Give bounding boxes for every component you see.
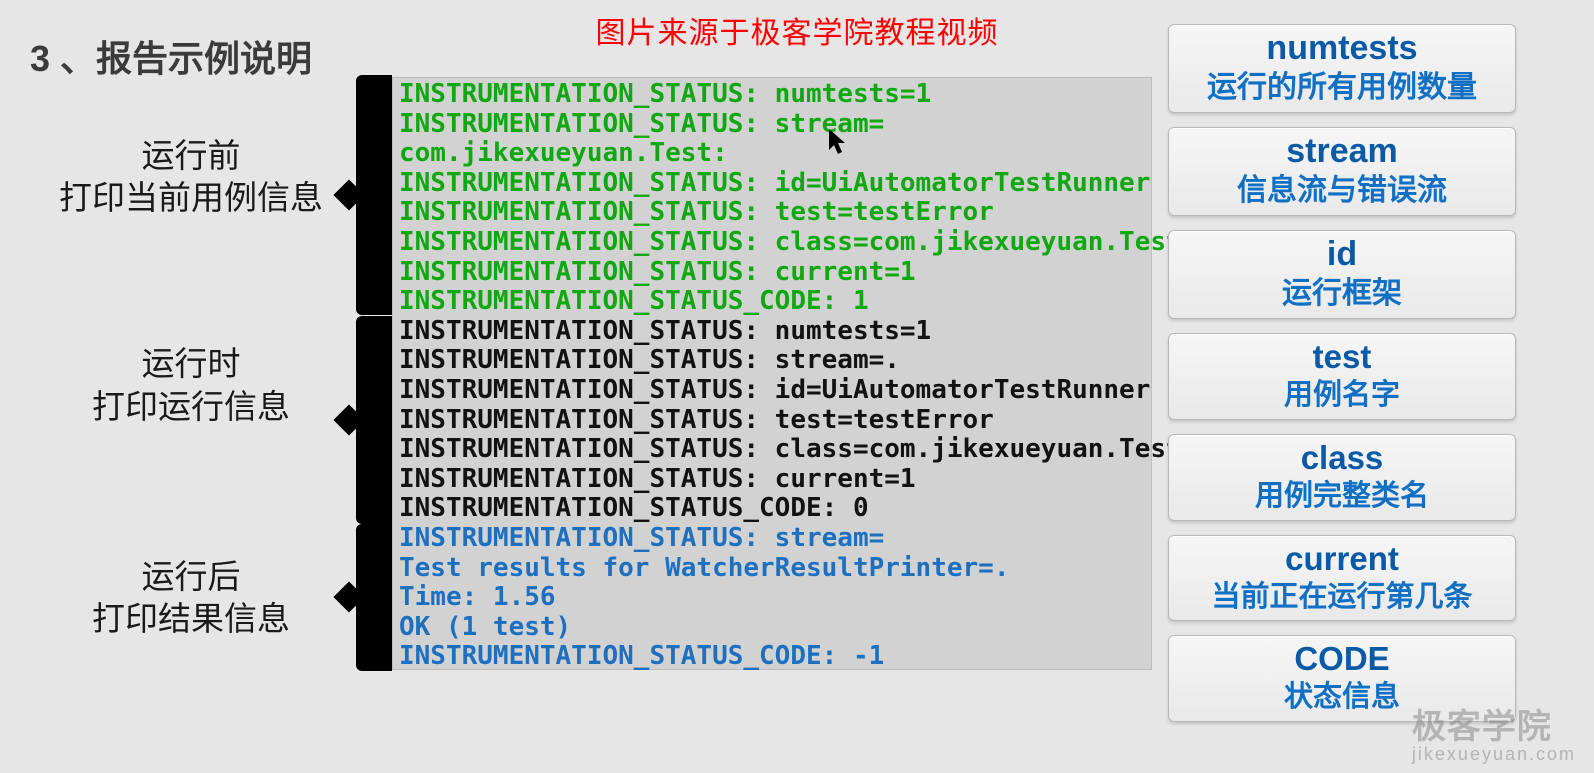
card-id: id 运行框架 xyxy=(1168,230,1516,319)
card-heading: class xyxy=(1175,439,1509,477)
card-sub: 运行框架 xyxy=(1175,276,1509,312)
card-sub: 状态信息 xyxy=(1175,680,1509,715)
card-test: test 用例名字 xyxy=(1168,333,1516,420)
card-class: class 用例完整类名 xyxy=(1168,434,1516,521)
label-post: 运行后 打印结果信息 xyxy=(40,556,342,640)
card-heading: CODE xyxy=(1175,640,1509,678)
brace-run xyxy=(356,318,392,522)
label-pre: 运行前 打印当前用例信息 xyxy=(40,135,342,219)
card-heading: stream xyxy=(1175,132,1509,171)
card-heading: numtests xyxy=(1175,29,1509,68)
terminal-post-block: INSTRUMENTATION_STATUS: stream= Test res… xyxy=(399,523,1009,671)
card-heading: test xyxy=(1175,338,1509,376)
slide-root: 3 、报告示例说明 图片来源于极客学院教程视频 运行前 打印当前用例信息 运行时… xyxy=(0,0,1594,773)
brace-pre xyxy=(356,77,392,313)
label-run-line2: 打印运行信息 xyxy=(40,386,342,428)
watermark-sub: jikexueyuan.com xyxy=(1412,744,1576,765)
section-labels: 运行前 打印当前用例信息 运行时 打印运行信息 运行后 打印结果信息 xyxy=(40,135,342,640)
card-numtests: numtests 运行的所有用例数量 xyxy=(1168,24,1516,113)
card-sub: 当前正在运行第几条 xyxy=(1175,580,1509,615)
card-heading: id xyxy=(1175,235,1509,274)
card-sub: 运行的所有用例数量 xyxy=(1175,70,1509,106)
terminal-pre-block: INSTRUMENTATION_STATUS: numtests=1 INSTR… xyxy=(399,79,1182,316)
card-current: current 当前正在运行第几条 xyxy=(1168,535,1516,622)
label-post-line2: 打印结果信息 xyxy=(40,598,342,640)
card-sub: 信息流与错误流 xyxy=(1175,173,1509,209)
card-heading: current xyxy=(1175,540,1509,578)
card-sub: 用例完整类名 xyxy=(1175,479,1509,514)
card-code: CODE 状态信息 xyxy=(1168,635,1516,722)
card-stream: stream 信息流与错误流 xyxy=(1168,127,1516,216)
label-run: 运行时 打印运行信息 xyxy=(40,343,342,427)
label-pre-line1: 运行前 xyxy=(40,135,342,177)
terminal-output: INSTRUMENTATION_STATUS: numtests=1 INSTR… xyxy=(392,77,1152,670)
label-run-line1: 运行时 xyxy=(40,343,342,385)
card-sub: 用例名字 xyxy=(1175,378,1509,413)
label-post-line1: 运行后 xyxy=(40,556,342,598)
terminal-run-block: INSTRUMENTATION_STATUS: numtests=1 INSTR… xyxy=(399,316,1182,524)
brace-post xyxy=(356,526,392,669)
label-pre-line2: 打印当前用例信息 xyxy=(40,177,342,219)
legend-cards: numtests 运行的所有用例数量 stream 信息流与错误流 id 运行框… xyxy=(1168,24,1516,736)
